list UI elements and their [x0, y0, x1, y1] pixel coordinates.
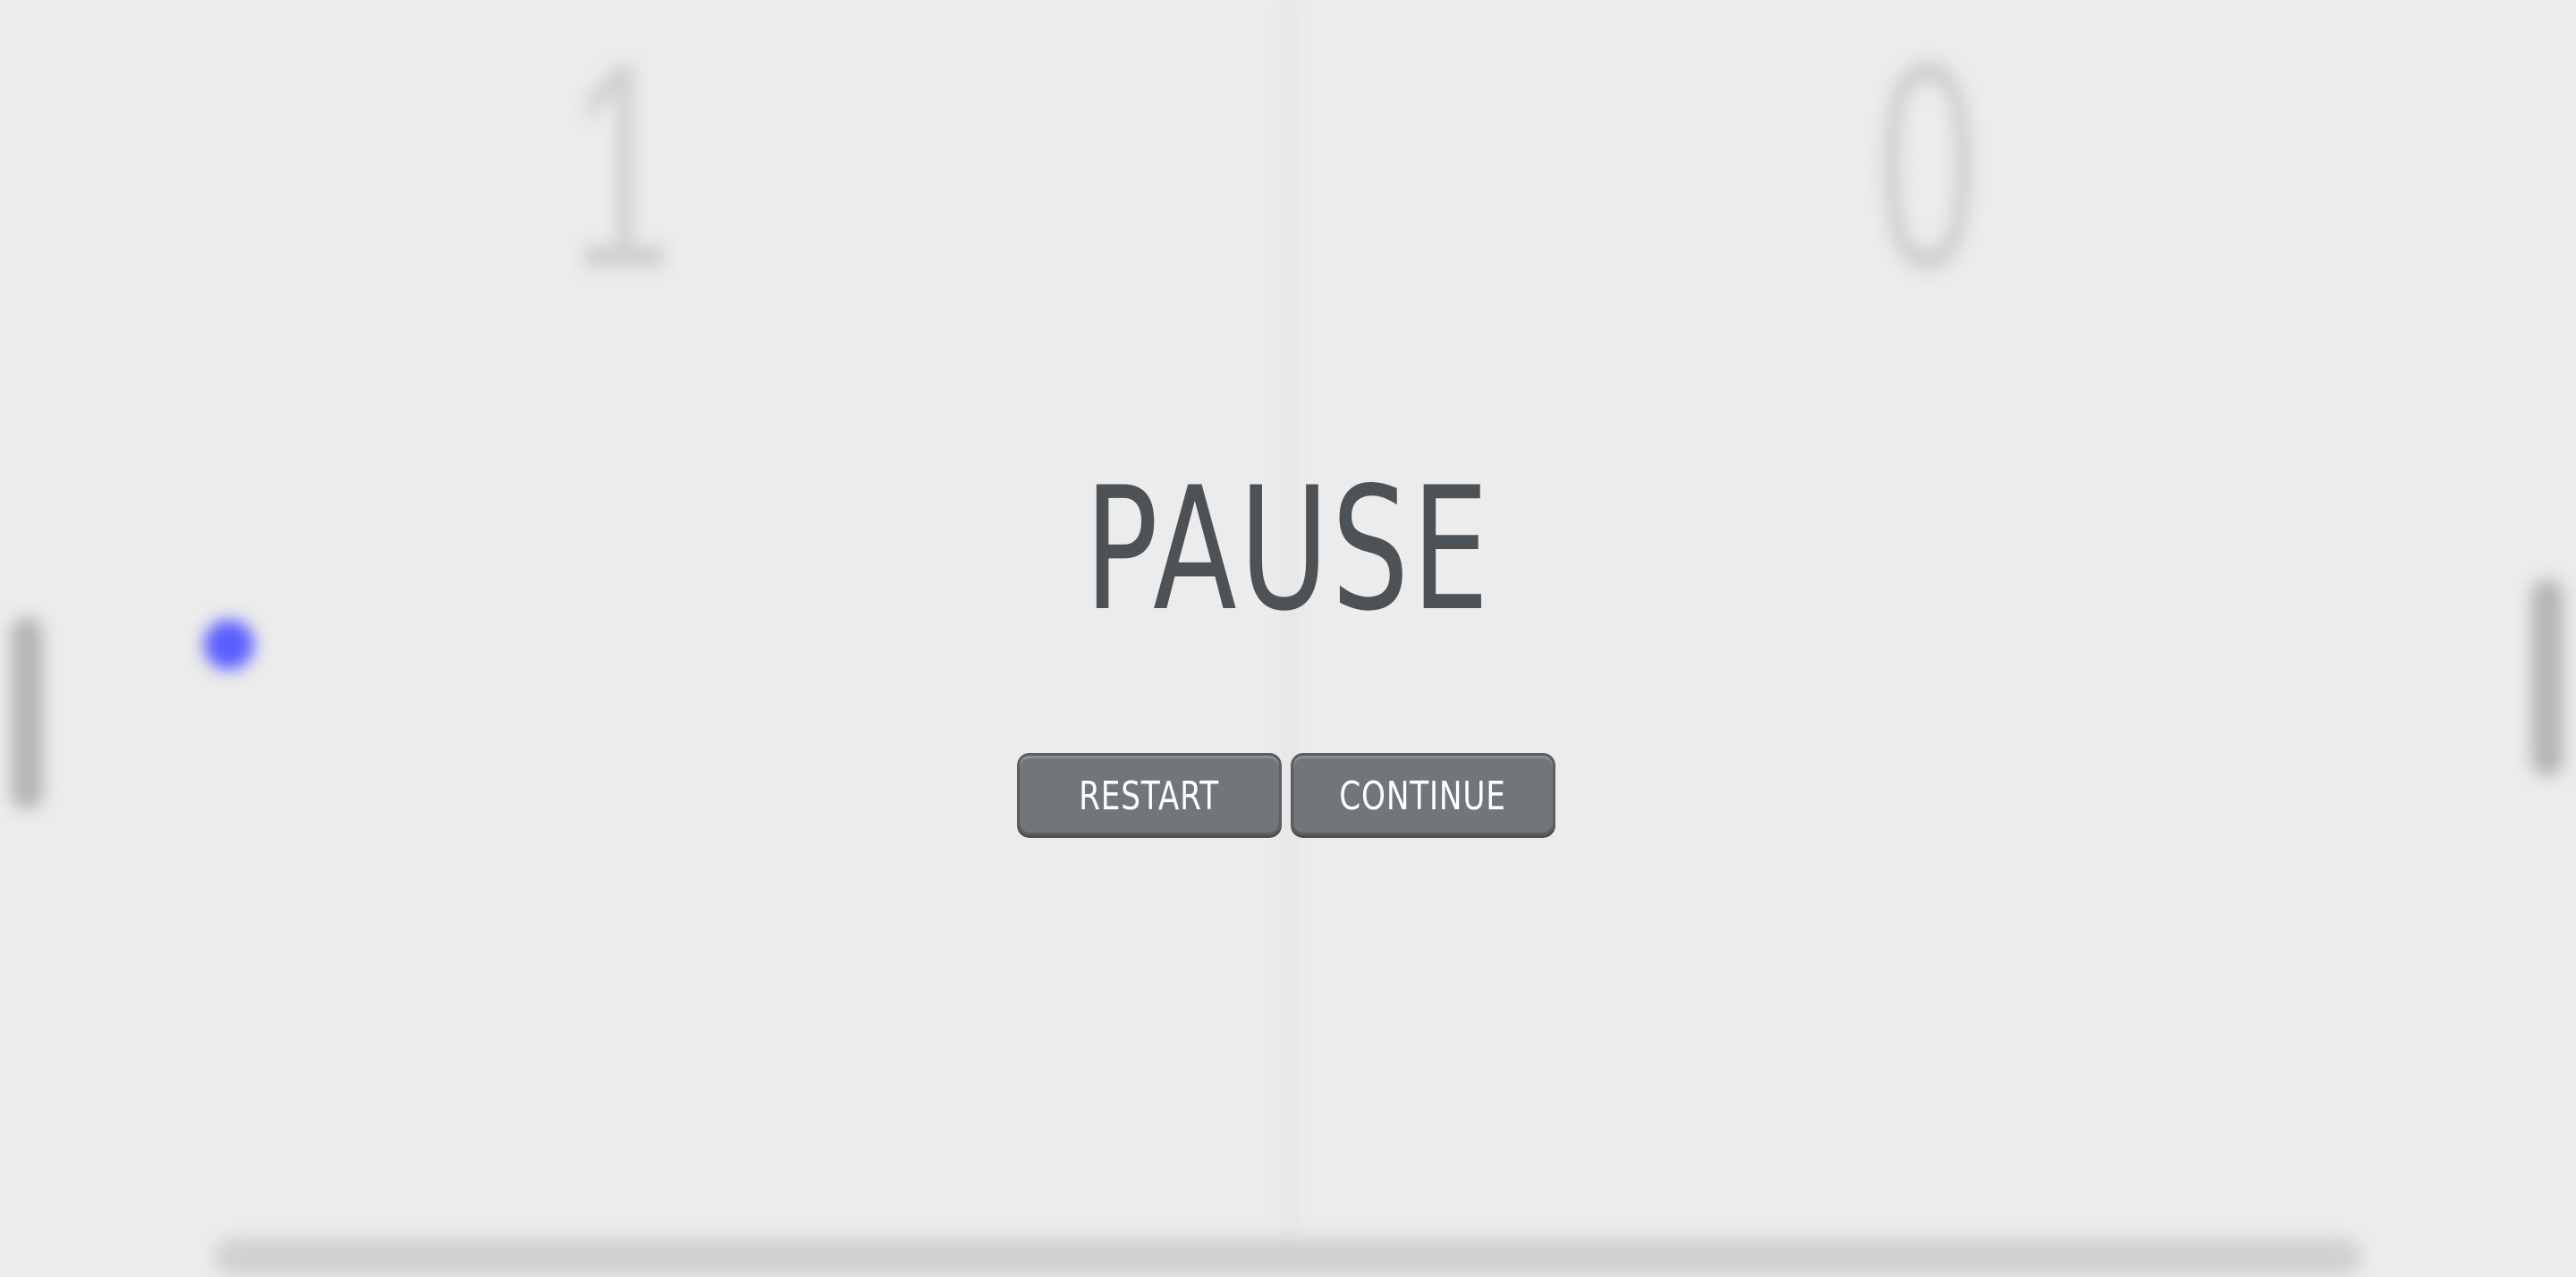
- restart-button-label: RESTART: [1079, 774, 1220, 819]
- game-stage: 1 0 PAUSE RESTART CONTINUE: [0, 0, 2576, 1277]
- continue-button[interactable]: CONTINUE: [1291, 753, 1555, 835]
- continue-button-label: CONTINUE: [1339, 774, 1507, 819]
- pause-title: PAUSE: [1084, 451, 1492, 648]
- pause-overlay: PAUSE RESTART CONTINUE: [0, 0, 2576, 1277]
- restart-button[interactable]: RESTART: [1017, 753, 1282, 835]
